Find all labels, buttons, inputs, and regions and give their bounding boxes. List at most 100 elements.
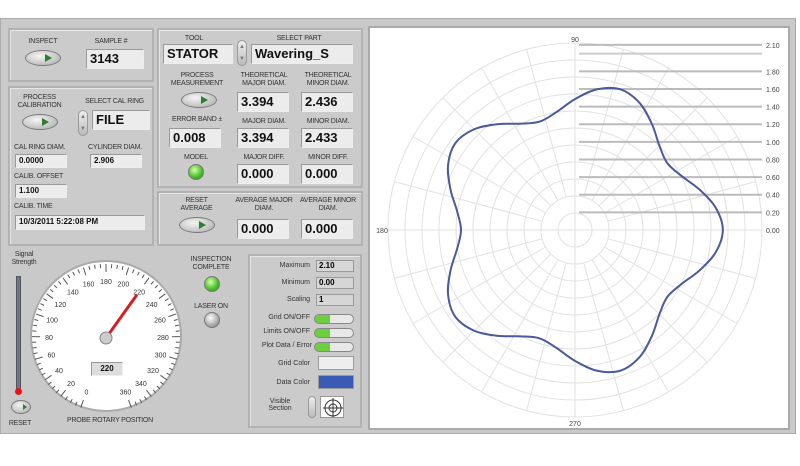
part-spinner[interactable]: ▲ ▼: [237, 40, 247, 66]
polar-grid-spoke: [394, 238, 543, 279]
profile-point: [497, 123, 499, 125]
play-icon: [42, 118, 49, 126]
grid-color-picker[interactable]: [318, 356, 354, 370]
th-major-field: 3.394: [237, 92, 289, 112]
profile-point: [473, 128, 475, 130]
reset-average-button[interactable]: [179, 217, 215, 233]
profile-point: [449, 269, 452, 272]
profile-point: [698, 269, 701, 272]
polar-grid-spoke: [598, 253, 708, 363]
gauge-tick: [33, 324, 38, 327]
radial-tick-label: 1.20: [766, 122, 780, 129]
avg-major-field: 0.000: [237, 219, 289, 239]
minimum-input[interactable]: 0.00: [316, 277, 354, 289]
minor-diff-label: MINOR DIFF.: [308, 154, 348, 161]
data-color-label: Data Color: [276, 379, 310, 386]
profile-point: [620, 369, 622, 372]
polar-grid-spoke: [394, 181, 543, 222]
model-led: [188, 164, 204, 180]
polar-grid-spoke: [481, 259, 559, 393]
plot-data-toggle-label: Plot Data / Error: [261, 342, 312, 349]
radial-tick-label: 1.40: [766, 105, 780, 112]
laser-on-label: LASER ON: [194, 303, 228, 310]
profile-point: [651, 123, 653, 125]
radial-tick-label: 0.60: [766, 175, 780, 182]
gauge-tick-label: 0: [85, 390, 89, 397]
minor-diff-field: 0.000: [301, 164, 353, 184]
inspect-button[interactable]: [25, 50, 61, 66]
profile-point: [460, 229, 462, 231]
profile-point: [454, 316, 457, 318]
radial-tick-label: 1.80: [766, 69, 780, 76]
major-diam-label: MAJOR DIAM.: [242, 118, 286, 125]
plot-data-toggle[interactable]: [314, 342, 354, 352]
gauge-tick: [32, 346, 37, 349]
profile-point: [520, 335, 522, 337]
profile-point: [715, 207, 717, 209]
inspect-label: INSPECT: [28, 38, 58, 45]
cal-ring-select[interactable]: FILE: [92, 110, 150, 130]
grid-toggle-label: Grid ON/OFF: [268, 314, 310, 321]
radial-tick-label: 0.40: [766, 193, 780, 200]
data-color-picker[interactable]: [318, 375, 354, 389]
gauge-tick: [174, 324, 179, 327]
play-icon: [45, 54, 52, 62]
angle-label: 90: [571, 37, 579, 44]
select-part-field[interactable]: Wavering_S: [251, 44, 353, 64]
avg-major-label: AVERAGE MAJOR DIAM.: [235, 197, 293, 212]
avg-minor-label: AVERAGE MINOR DIAM.: [299, 197, 356, 212]
profile-point: [639, 356, 641, 358]
process-measurement-button[interactable]: [181, 92, 217, 108]
inspection-complete-led: [204, 276, 220, 292]
cal-ring-spinner[interactable]: ▲ ▼: [78, 110, 88, 136]
maximum-label: Maximum: [279, 262, 310, 269]
select-part-label: SELECT PART: [276, 35, 322, 42]
polar-grid-spoke: [412, 246, 546, 324]
signal-strength-indicator: [15, 388, 22, 395]
select-cal-ring-label: SELECT CAL RING: [85, 98, 144, 105]
major-diff-label: MAJOR DIFF.: [243, 154, 285, 161]
radial-tick-label: 0.80: [766, 157, 780, 164]
probe-rotary-gauge: 0 20 40 60 80 100 120140 160 180 200 220 240 260 280 3…: [30, 260, 182, 412]
gauge-tick-label: 60: [47, 352, 55, 359]
polar-plot: 90 180 270 0.00 0.20 0.40 0.60 0.80 1.00 1.20 1.40…: [368, 26, 790, 430]
th-minor-field: 2.436: [301, 92, 353, 112]
profile-point: [555, 347, 557, 349]
tool-field[interactable]: STATOR: [163, 44, 233, 64]
polar-grid-spoke: [442, 253, 552, 363]
gauge-tick-label: 140: [67, 290, 79, 297]
crosshair-icon[interactable]: [320, 396, 344, 418]
plot-settings-group: Maximum 2.10 Minimum 0.00 Scaling 1 Grid…: [248, 254, 362, 428]
process-calibration-button[interactable]: [22, 114, 58, 130]
minimum-label: Minimum: [281, 279, 310, 286]
inspection-complete-label: INSPECTION COMPLETE: [190, 256, 232, 271]
maximum-input[interactable]: 2.10: [316, 260, 354, 272]
sample-number-field[interactable]: 3143: [86, 49, 144, 69]
avg-minor-field: 0.000: [301, 219, 353, 239]
polar-grid-spoke: [607, 181, 756, 222]
gauge-tick-label: 180: [100, 279, 112, 286]
polar-grid-spoke: [481, 67, 559, 201]
major-diam-field: 3.394: [237, 128, 289, 148]
gauge-hub: [99, 331, 113, 345]
limits-toggle[interactable]: [314, 328, 354, 338]
radial-tick-label: 1.60: [766, 87, 780, 94]
profile-point: [680, 175, 682, 177]
error-band-field[interactable]: 0.008: [169, 128, 221, 148]
grid-toggle[interactable]: [314, 314, 354, 324]
scaling-input[interactable]: 1: [316, 294, 354, 306]
calib-offset-field[interactable]: 1.100: [15, 184, 67, 198]
minor-diam-field: 2.433: [301, 128, 353, 148]
profile-point: [698, 188, 701, 191]
angle-label: 180: [376, 228, 388, 235]
visible-section-spinner[interactable]: [308, 396, 316, 418]
profile-point: [473, 330, 475, 332]
tool-group: TOOL STATOR SELECT PART ▲ ▼ Wavering_S PR…: [157, 28, 363, 188]
profile-point: [620, 88, 622, 91]
gauge-tick-label: 340: [135, 381, 147, 388]
radial-tick-label: 0.20: [766, 210, 780, 217]
inspect-group: INSPECT SAMPLE # 3143: [8, 28, 154, 82]
process-calibration-label: PROCESS CALIBRATION: [17, 94, 62, 109]
probe-rotary-position-label: PROBE ROTARY POSITION: [66, 417, 154, 424]
gauge-tick-label: 360: [120, 390, 132, 397]
